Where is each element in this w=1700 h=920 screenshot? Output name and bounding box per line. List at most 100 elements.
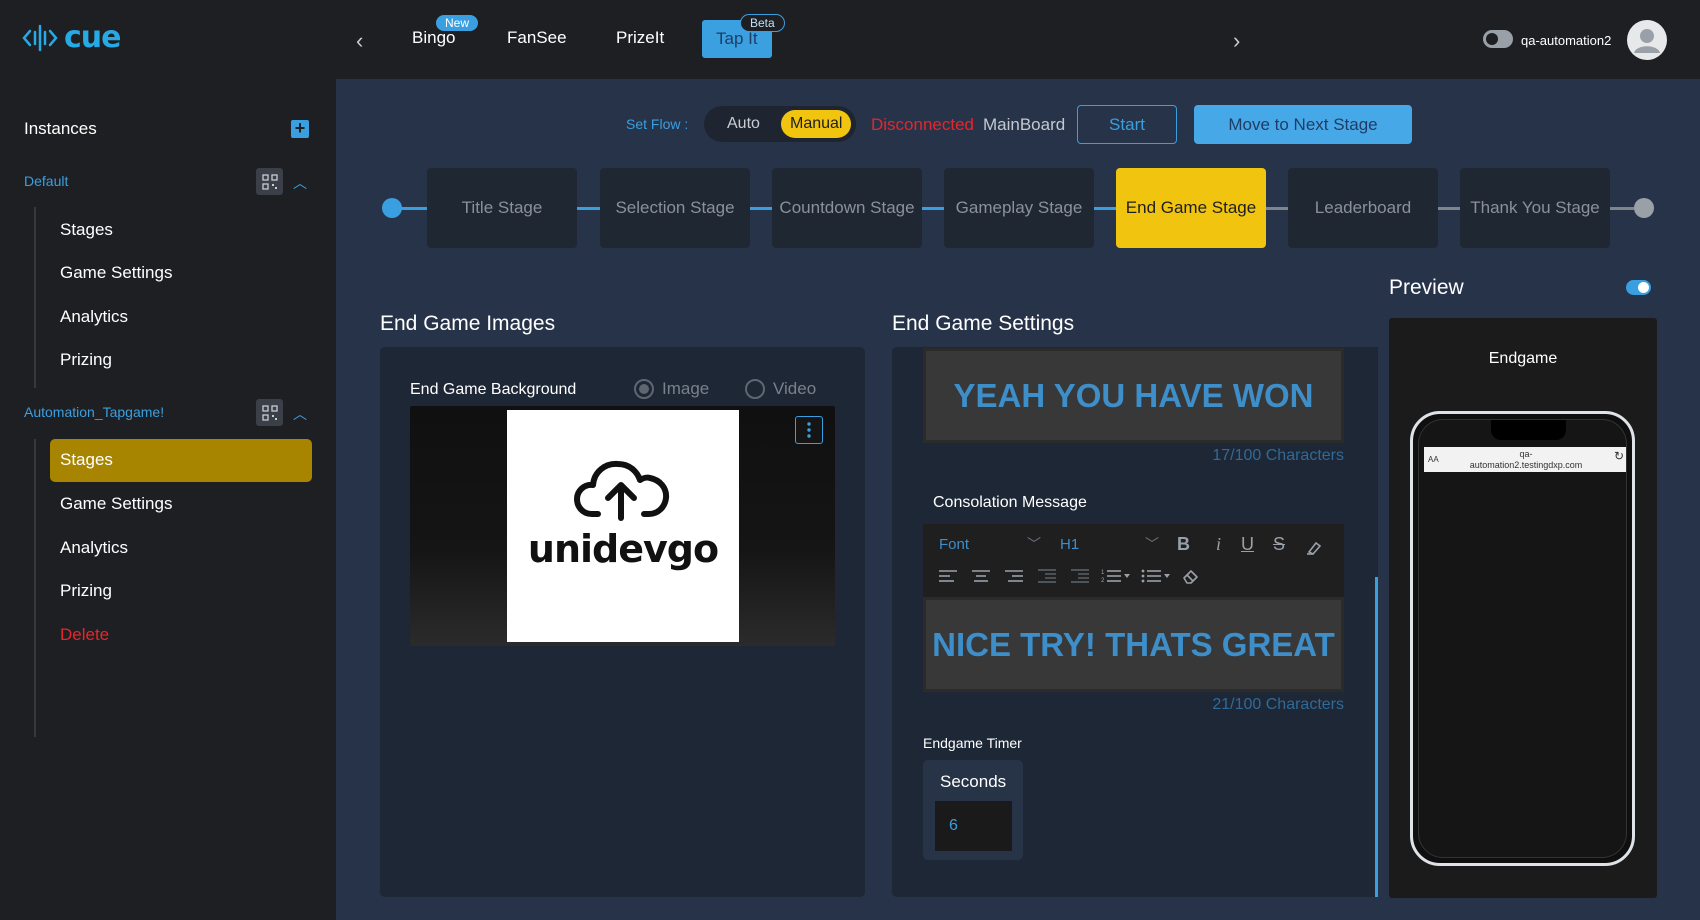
- sidebar: Instances + Default ︿ Stages Game Settin…: [0, 79, 336, 920]
- set-flow-label: Set Flow :: [626, 116, 689, 132]
- media-radio-image[interactable]: Image: [634, 379, 709, 399]
- underline-icon[interactable]: U: [1241, 534, 1254, 555]
- preview-screen-name: Endgame: [1488, 350, 1558, 367]
- consolation-char-count: 21/100 Characters: [1212, 696, 1344, 713]
- tab-bingo[interactable]: Bingo: [412, 28, 455, 48]
- tab-fansee[interactable]: FanSee: [507, 28, 567, 48]
- stage-end-game[interactable]: End Game Stage: [1116, 168, 1266, 248]
- heading-select[interactable]: H1: [1060, 536, 1079, 553]
- images-section-title: End Game Images: [380, 312, 556, 335]
- qr-code-icon: [261, 404, 278, 421]
- sidebar-item-stages[interactable]: Stages: [60, 220, 113, 240]
- sidebar-item-prizing[interactable]: Prizing: [60, 350, 112, 370]
- font-select[interactable]: Font: [939, 536, 969, 553]
- avatar[interactable]: [1627, 20, 1667, 60]
- consolation-label: Consolation Message: [933, 494, 1087, 511]
- stepper-line: [400, 207, 427, 210]
- sidebar-item-label: Stages: [60, 450, 113, 469]
- flow-option-auto[interactable]: Auto: [727, 115, 760, 133]
- phone-notch: [1491, 420, 1566, 440]
- sidebar-item-analytics[interactable]: Analytics: [60, 538, 128, 558]
- align-center-icon[interactable]: [972, 569, 990, 583]
- stepper-line: [1094, 207, 1116, 210]
- ordered-list-icon[interactable]: 12: [1101, 568, 1131, 584]
- flow-option-manual[interactable]: Manual: [781, 110, 852, 138]
- stepper-start-dot: [382, 198, 402, 218]
- sidebar-item-prizing[interactable]: Prizing: [60, 581, 112, 601]
- seconds-input[interactable]: [935, 801, 1012, 851]
- instance-automation-tapgame[interactable]: Automation_Tapgame!: [24, 404, 164, 420]
- preview-toggle[interactable]: [1626, 280, 1651, 295]
- radio-label: Image: [662, 379, 710, 398]
- theme-toggle[interactable]: [1483, 30, 1513, 48]
- audio-wave-icon: [22, 24, 58, 51]
- stepper-line: [1438, 207, 1460, 210]
- top-bar: cue ‹ New Bingo FanSee PrizeIt Tap It Be…: [0, 0, 1700, 79]
- stepper-end-dot: [1634, 198, 1654, 218]
- timer-card: Seconds: [923, 760, 1023, 860]
- sidebar-item-game-settings[interactable]: Game Settings: [60, 263, 172, 283]
- next-stage-button[interactable]: Move to Next Stage: [1194, 105, 1412, 144]
- radio-circle-icon: [634, 379, 654, 399]
- endgame-timer-label: Endgame Timer: [923, 735, 1022, 751]
- win-message-editor[interactable]: YEAH YOU HAVE WON: [923, 348, 1344, 443]
- tab-prizeit[interactable]: PrizeIt: [616, 28, 664, 48]
- stepper-line: [922, 207, 944, 210]
- chevron-down-icon[interactable]: ﹀: [1027, 534, 1041, 554]
- consolation-message-editor[interactable]: NICE TRY! THATS GREAT: [923, 597, 1344, 692]
- url-line-1: qa-: [1519, 449, 1533, 459]
- tree-line: [34, 439, 36, 737]
- collapse-chevron-up-icon[interactable]: ︿: [293, 404, 307, 424]
- stepper-line: [577, 207, 600, 210]
- add-instance-button[interactable]: +: [291, 119, 309, 138]
- media-options-button[interactable]: [795, 416, 823, 444]
- collapse-chevron-up-icon[interactable]: ︿: [293, 173, 307, 193]
- align-left-icon[interactable]: [939, 569, 957, 583]
- start-button[interactable]: Start: [1077, 105, 1177, 144]
- win-message-char-count: 17/100 Characters: [1212, 447, 1344, 464]
- qr-code-button[interactable]: [256, 399, 283, 426]
- media-radio-video[interactable]: Video: [745, 379, 816, 399]
- sidebar-item-game-settings[interactable]: Game Settings: [60, 494, 172, 514]
- stage-selection[interactable]: Selection Stage: [600, 168, 750, 248]
- highlighter-icon[interactable]: [1306, 539, 1324, 555]
- indent-icon[interactable]: [1071, 569, 1089, 583]
- chevron-down-icon[interactable]: ﹀: [1145, 534, 1159, 554]
- app-logo[interactable]: cue: [22, 20, 121, 55]
- connection-status: Disconnected: [871, 115, 975, 134]
- instances-title: Instances: [24, 119, 97, 138]
- text-size-icon: AA: [1428, 455, 1439, 464]
- qr-code-button[interactable]: [256, 168, 283, 195]
- nav-next-arrow-icon[interactable]: ›: [1233, 28, 1240, 54]
- stage-leaderboard[interactable]: Leaderboard: [1288, 168, 1438, 248]
- browser-url-bar: AA qa- automation2.testingdxp.com ↻: [1424, 447, 1626, 472]
- background-preview[interactable]: unidevgo: [410, 406, 835, 646]
- url-line-2: automation2.testingdxp.com: [1469, 460, 1583, 470]
- sidebar-item-analytics[interactable]: Analytics: [60, 307, 128, 327]
- settings-scrollbar[interactable]: [1375, 577, 1378, 897]
- stage-countdown[interactable]: Countdown Stage: [772, 168, 922, 248]
- stage-title[interactable]: Title Stage: [427, 168, 577, 248]
- seconds-label: Seconds: [940, 772, 1007, 791]
- stage-thank-you[interactable]: Thank You Stage: [1460, 168, 1610, 248]
- eraser-icon[interactable]: [1182, 568, 1200, 584]
- strikethrough-icon[interactable]: S: [1273, 534, 1285, 555]
- bullet-list-icon[interactable]: [1141, 568, 1171, 584]
- flow-mode-switch[interactable]: Auto Manual: [704, 106, 856, 142]
- outdent-icon[interactable]: [1038, 569, 1056, 583]
- radio-label: Video: [773, 379, 817, 398]
- instance-default[interactable]: Default: [24, 173, 68, 189]
- username: qa-automation2: [1521, 33, 1612, 48]
- sidebar-item-delete[interactable]: Delete: [60, 625, 109, 645]
- bold-icon[interactable]: B: [1177, 534, 1190, 555]
- beta-badge: Beta: [740, 14, 785, 32]
- uploaded-image: unidevgo: [507, 410, 739, 642]
- stepper-line: [1266, 207, 1288, 210]
- qr-code-icon: [261, 173, 278, 190]
- align-right-icon[interactable]: [1005, 569, 1023, 583]
- italic-icon[interactable]: i: [1216, 534, 1221, 555]
- reload-icon: ↻: [1613, 449, 1624, 463]
- stage-gameplay[interactable]: Gameplay Stage: [944, 168, 1094, 248]
- nav-prev-arrow-icon[interactable]: ‹: [356, 28, 363, 54]
- sidebar-item-stages-active[interactable]: Stages: [50, 439, 312, 482]
